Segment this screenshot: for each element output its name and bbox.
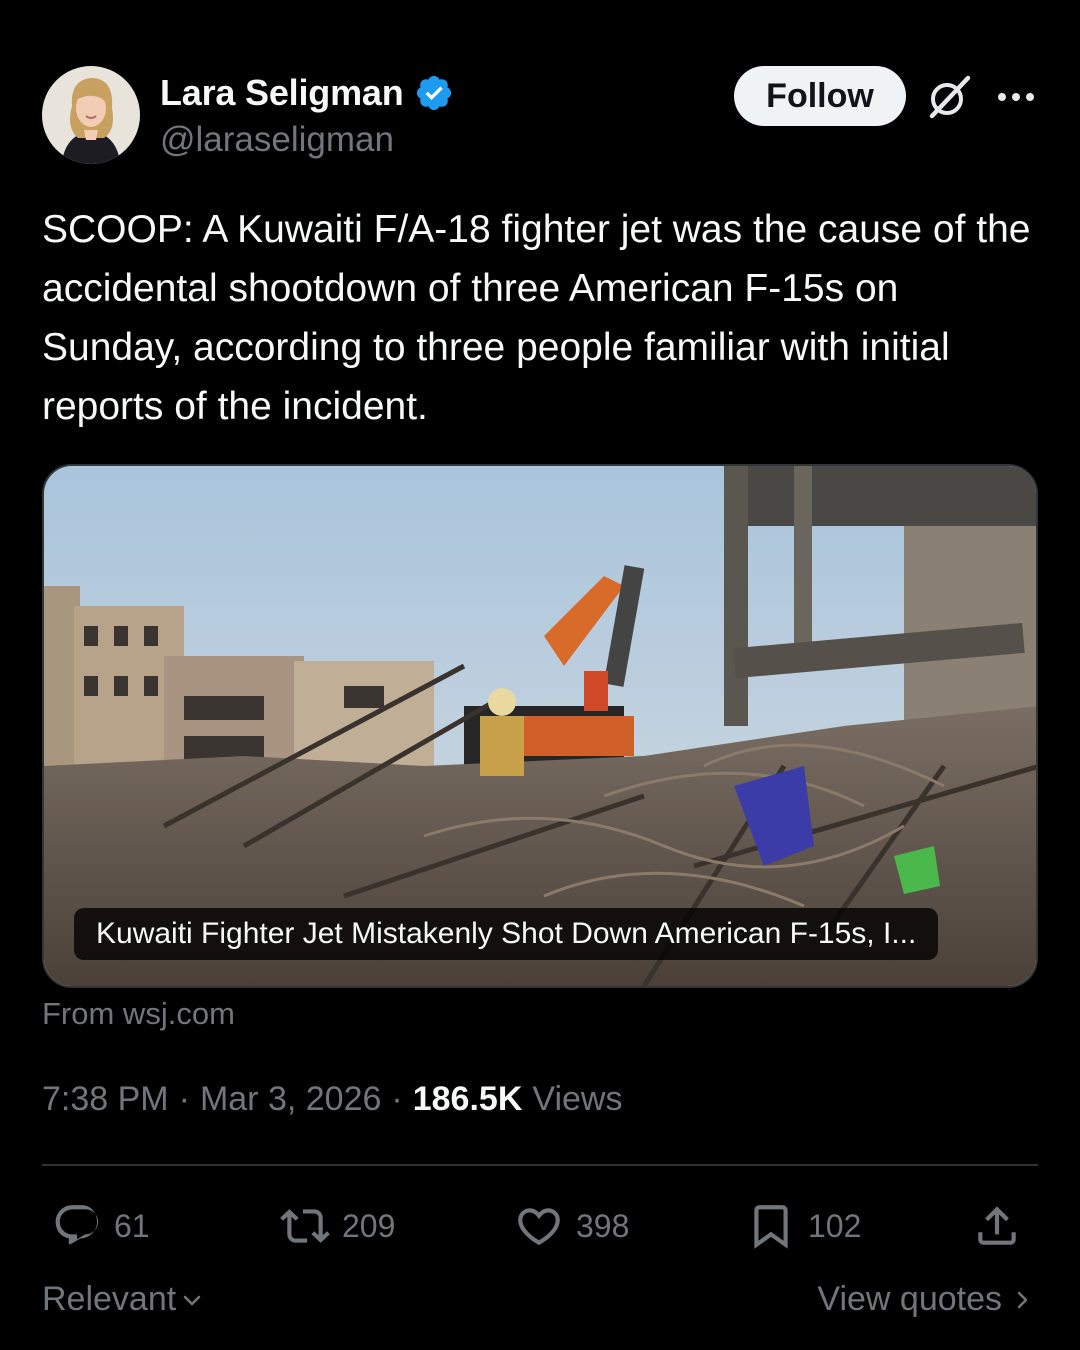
sort-replies-dropdown[interactable]: Relevant <box>42 1280 204 1319</box>
author-name-row[interactable]: Lara Seligman <box>160 72 454 114</box>
author-name[interactable]: Lara Seligman <box>160 72 404 114</box>
bookmark-count: 102 <box>808 1207 862 1244</box>
bookmark-button[interactable]: 102 <box>746 1196 861 1256</box>
link-source[interactable]: From wsj.com <box>42 996 235 1032</box>
avatar[interactable] <box>42 66 140 164</box>
share-icon <box>978 1206 1016 1245</box>
repost-icon <box>280 1209 330 1243</box>
chevron-down-icon <box>183 1295 201 1305</box>
heart-icon <box>518 1208 560 1246</box>
reply-button[interactable]: 61 <box>52 1196 150 1256</box>
share-button[interactable] <box>972 1196 1022 1256</box>
link-preview-card[interactable]: Kuwaiti Fighter Jet Mistakenly Shot Down… <box>42 464 1038 988</box>
follow-button[interactable]: Follow <box>734 66 906 126</box>
reply-count: 61 <box>114 1207 150 1244</box>
link-preview-caption[interactable]: Kuwaiti Fighter Jet Mistakenly Shot Down… <box>74 908 939 960</box>
views-count[interactable]: 186.5K <box>413 1080 523 1119</box>
tweet-time[interactable]: 7:38 PM <box>42 1080 169 1119</box>
more-options-icon[interactable] <box>994 80 1038 114</box>
divider <box>42 1164 1038 1166</box>
tweet-date[interactable]: Mar 3, 2026 <box>200 1080 381 1119</box>
grok-icon[interactable] <box>926 74 972 120</box>
repost-button[interactable]: 209 <box>280 1196 395 1256</box>
avatar-image <box>42 66 140 164</box>
views-label[interactable]: Views <box>532 1080 622 1119</box>
reply-icon <box>55 1205 99 1245</box>
tweet-meta: 7:38 PM · Mar 3, 2026 · 186.5K Views <box>42 1080 622 1119</box>
sort-label: Relevant <box>42 1280 177 1318</box>
like-count: 398 <box>576 1207 630 1244</box>
separator-dot: · <box>178 1080 190 1118</box>
bookmark-icon <box>754 1205 788 1249</box>
tweet-header: Lara Seligman @laraseligman Follow <box>42 66 1038 166</box>
chevron-right-icon <box>1017 1291 1028 1308</box>
tweet-text: SCOOP: A Kuwaiti F/A-18 fighter jet was … <box>42 208 1031 428</box>
view-quotes-label: View quotes <box>817 1280 1002 1318</box>
verified-badge-icon[interactable] <box>414 73 454 113</box>
action-bar: 61 209 398 102 <box>42 1196 1038 1256</box>
like-button[interactable]: 398 <box>514 1196 629 1256</box>
separator-dot: · <box>391 1080 403 1118</box>
view-quotes-link[interactable]: View quotes <box>817 1280 1034 1319</box>
author-handle[interactable]: @laraseligman <box>160 120 394 160</box>
repost-count: 209 <box>342 1207 396 1244</box>
